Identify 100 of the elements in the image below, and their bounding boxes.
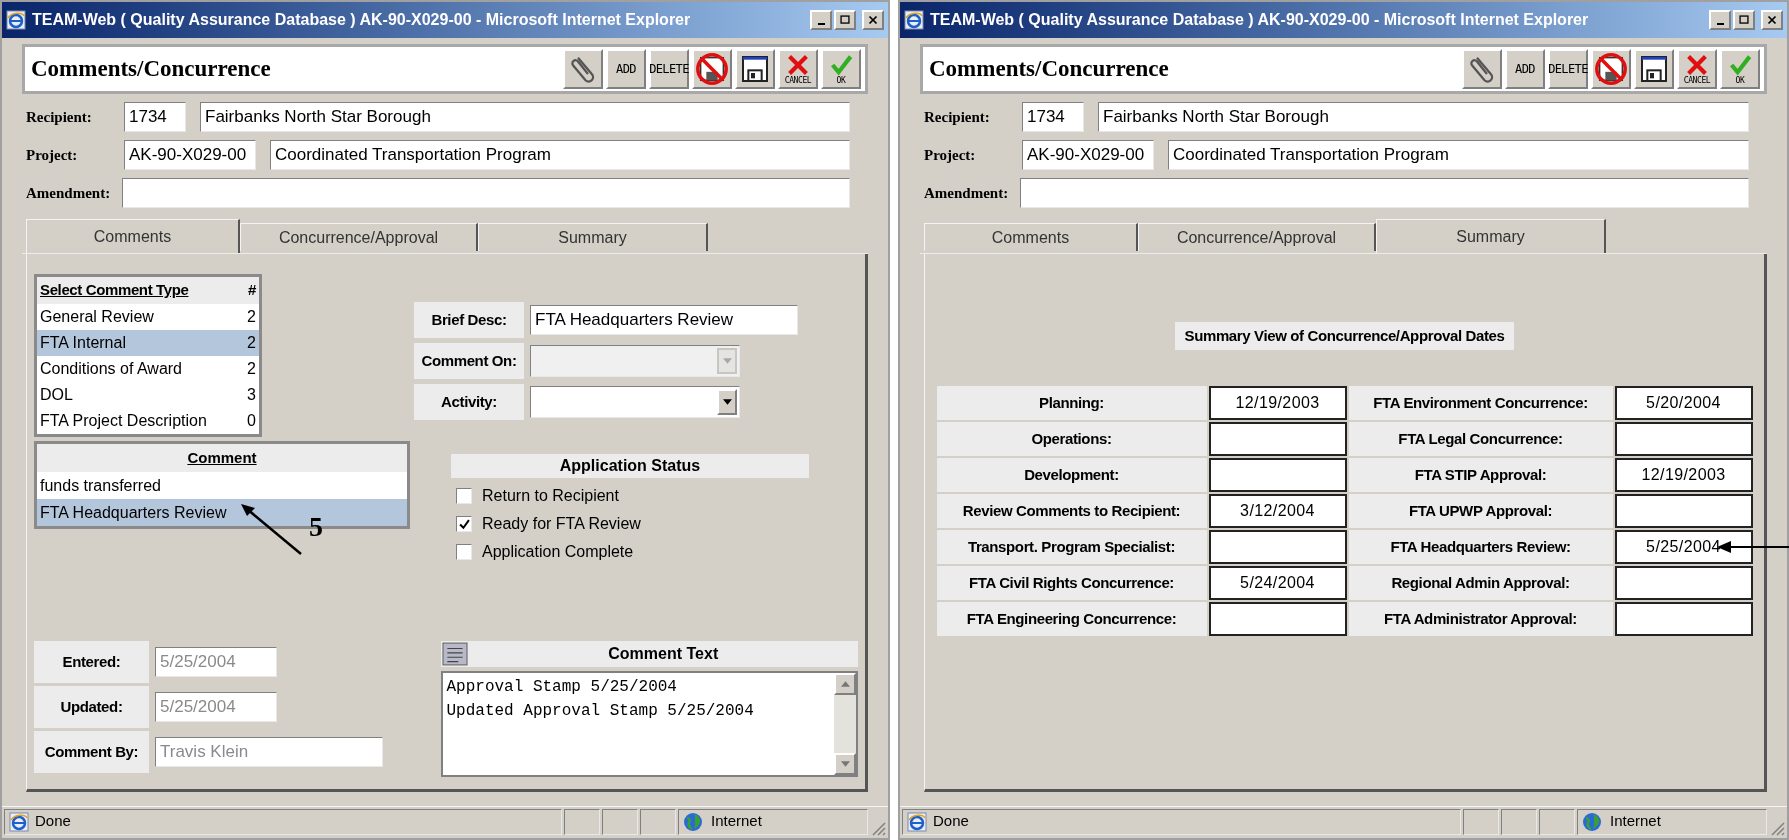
list-item[interactable]: Conditions of Award 2 [37,356,259,382]
scroll-up-button[interactable] [834,673,856,695]
field-label: Recipient: [924,107,991,127]
field-label: Entered: [34,641,149,683]
tab[interactable]: Summary [478,223,708,251]
code-field[interactable]: AK-90-X029-00 [1022,140,1154,170]
checkbox[interactable] [456,516,472,532]
code-field[interactable]: 1734 [1022,102,1084,132]
name-field[interactable]: Fairbanks North Star Borough [200,102,850,132]
date-field[interactable]: 3/12/2004 [1208,494,1347,528]
code-field[interactable]: AK-90-X029-00 [124,140,256,170]
date-field[interactable]: 5/20/2004 [1614,386,1753,420]
input-field[interactable]: 5/25/2004 [155,647,277,677]
minimize-button[interactable] [1709,10,1731,30]
date-field[interactable] [1614,566,1753,600]
list-item[interactable]: FTA Project Description 0 [37,408,259,434]
toolbar-button[interactable]: DELETE [649,49,689,89]
comment-text-area[interactable]: Approval Stamp 5/25/2004 Updated Approval Stamp 5/25/2004 [440,671,858,777]
date-field[interactable] [1208,530,1347,564]
scrollbar[interactable] [834,673,856,775]
check-icon [1727,53,1753,77]
ok-button[interactable]: OK [821,49,861,89]
field-label: Project: [26,145,79,165]
no-save-button[interactable] [1591,49,1631,89]
save-button[interactable] [1634,49,1674,89]
save-button[interactable] [735,49,775,89]
maximize-button[interactable] [834,10,856,30]
checkbox[interactable] [456,544,472,560]
field-label: FTA Environment Concurrence: [1348,386,1613,420]
minimize-icon [817,23,825,25]
ok-button[interactable]: OK [1720,49,1760,89]
checkbox-option[interactable]: Ready for FTA Review [456,514,809,534]
list-item[interactable]: General Review 2 [37,304,259,330]
input-field[interactable]: 5/25/2004 [155,692,277,722]
text-line: Approval Stamp 5/25/2004 [446,677,678,698]
field-label: Review Comments to Recipient: [936,494,1207,528]
toolbar-button[interactable]: DELETE [1548,49,1588,89]
maximize-icon [1737,13,1751,27]
list-item[interactable]: DOL 3 [37,382,259,408]
field-label: FTA Administrator Approval: [1348,602,1613,636]
date-field[interactable] [1614,422,1753,456]
date-field[interactable] [1208,602,1347,636]
amendment-field[interactable] [122,178,850,208]
status-pane [1501,808,1537,835]
field-label: Comment On: [414,343,524,379]
field-label: FTA UPWP Approval: [1348,494,1613,528]
date-field[interactable]: 5/24/2004 [1208,566,1347,600]
dropdown[interactable] [530,386,740,418]
close-button[interactable] [1761,10,1783,30]
tab[interactable]: Concurrence/Approval [240,223,478,251]
status-pane [602,808,638,835]
field-label: Project: [924,145,977,165]
name-field[interactable]: Coordinated Transportation Program [270,140,850,170]
close-button[interactable] [862,10,884,30]
attach-button[interactable] [563,49,603,89]
column-header: # [248,280,256,301]
browser-icon [904,10,924,30]
date-field[interactable] [1208,422,1347,456]
cancel-button[interactable]: CANCEL [1677,49,1717,89]
name-field[interactable]: Fairbanks North Star Borough [1098,102,1749,132]
name-field[interactable]: Coordinated Transportation Program [1168,140,1749,170]
brief-desc-field[interactable]: FTA Headquarters Review [530,305,798,335]
date-field[interactable] [1614,494,1753,528]
input-field[interactable]: Travis Klein [155,737,383,767]
section-header: Application Status [451,454,809,478]
date-field[interactable] [1208,458,1347,492]
checkbox[interactable] [456,488,472,504]
resize-grip-icon[interactable] [1769,820,1785,836]
resize-grip-icon[interactable] [870,820,886,836]
tab[interactable]: Summary [1376,219,1606,253]
code-field[interactable]: 1734 [124,102,186,132]
checkbox-option[interactable]: Return to Recipient [456,486,809,506]
date-field[interactable]: 12/19/2003 [1208,386,1347,420]
minimize-button[interactable] [810,10,832,30]
toolbar-button[interactable]: ADD [606,49,646,89]
list-item[interactable]: FTA Internal 2 [37,330,259,356]
section-header: Summary View of Concurrence/Approval Dates [1174,322,1515,350]
no-save-icon [1594,52,1628,86]
attach-button[interactable] [1462,49,1502,89]
date-field[interactable]: 12/19/2003 [1614,458,1753,492]
list-item[interactable]: funds transferred [37,472,407,499]
field-label: FTA Headquarters Review: [1348,530,1613,564]
tab[interactable]: Concurrence/Approval [1138,223,1376,251]
cancel-button[interactable]: CANCEL [778,49,818,89]
toolbar-button[interactable]: ADD [1505,49,1545,89]
tab[interactable]: Comments [26,219,240,253]
field-label: Operations: [936,422,1207,456]
scroll-down-button[interactable] [834,753,856,775]
field-label: FTA Engineering Concurrence: [936,602,1207,636]
amendment-field[interactable] [1020,178,1749,208]
checkbox-option[interactable]: Application Complete [456,542,809,562]
date-field[interactable]: 5/25/2004 [1614,530,1753,564]
date-field[interactable] [1614,602,1753,636]
page-icon [9,811,29,832]
no-save-button[interactable] [692,49,732,89]
field-label: Recipient: [26,107,93,127]
tab[interactable]: Comments [924,223,1138,251]
section-header: Comment Text [607,644,720,664]
maximize-button[interactable] [1733,10,1755,30]
close-icon [1765,13,1779,27]
